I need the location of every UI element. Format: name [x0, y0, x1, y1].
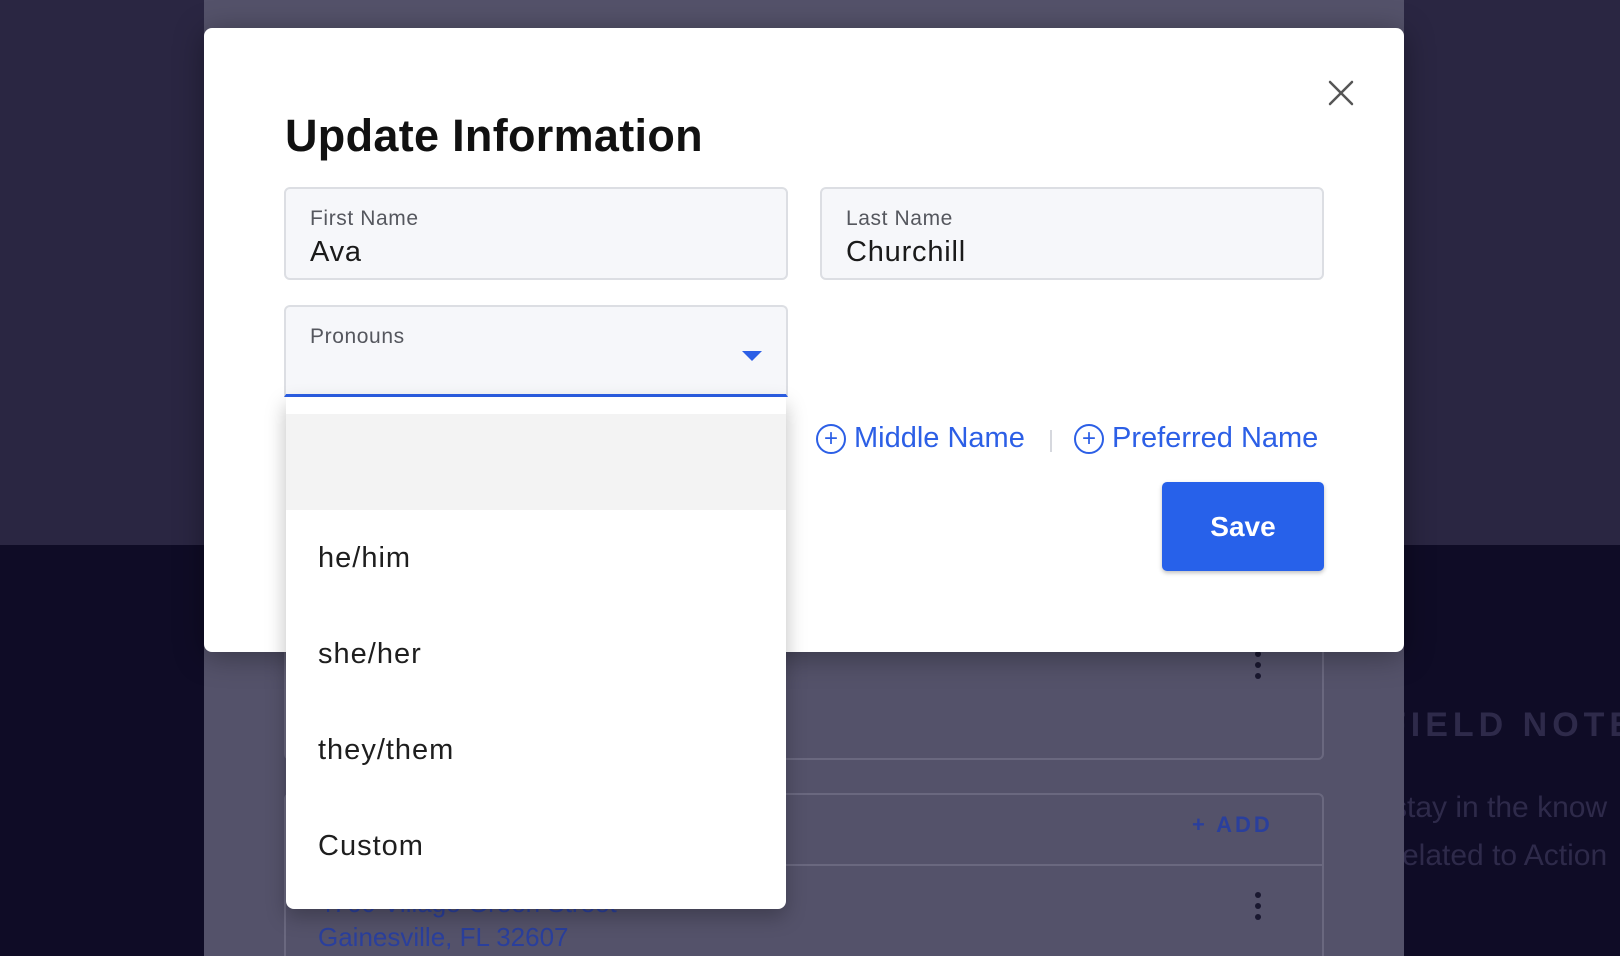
- middle-name-label: Middle Name: [854, 422, 1025, 454]
- plus-circle-icon: +: [816, 423, 846, 454]
- add-middle-name-link[interactable]: + Middle Name: [816, 422, 1025, 455]
- pronoun-option-empty[interactable]: [286, 414, 786, 510]
- last-name-label: Last Name: [846, 207, 953, 230]
- pronoun-option-they-them[interactable]: they/them: [286, 702, 786, 798]
- save-button[interactable]: Save: [1162, 482, 1324, 571]
- pronoun-option-he-him[interactable]: he/him: [286, 510, 786, 606]
- sidebar-text: stay in the know related to Action: [1404, 784, 1607, 880]
- preferred-name-label: Preferred Name: [1112, 422, 1319, 454]
- pronoun-option-custom[interactable]: Custom: [286, 798, 786, 894]
- pronouns-select[interactable]: Pronouns: [284, 305, 788, 397]
- first-name-value[interactable]: Ava: [310, 236, 362, 269]
- address-line-2: Gainesville, FL 32607: [318, 922, 569, 952]
- first-name-field[interactable]: First Name Ava: [284, 187, 788, 280]
- modal-title: Update Information: [285, 110, 703, 161]
- sidebar-text-line-2: related to Action: [1404, 839, 1608, 872]
- sidebar-text-line-1: stay in the know: [1404, 791, 1608, 824]
- first-name-label: First Name: [310, 207, 419, 230]
- link-separator: [1050, 430, 1052, 452]
- background-add-button[interactable]: + ADD: [1192, 812, 1273, 838]
- more-options-icon[interactable]: [1254, 892, 1262, 920]
- plus-circle-icon: +: [1074, 423, 1104, 454]
- add-label: ADD: [1216, 812, 1273, 837]
- background-sidebar: FIELD NOTES stay in the know related to …: [1404, 0, 1620, 956]
- sidebar-title: FIELD NOTES: [1404, 706, 1620, 744]
- last-name-field[interactable]: Last Name Churchill: [820, 187, 1324, 280]
- pronouns-dropdown-menu: he/him she/her they/them Custom: [286, 397, 786, 909]
- more-options-icon[interactable]: [1254, 651, 1262, 679]
- add-preferred-name-link[interactable]: + Preferred Name: [1074, 422, 1318, 455]
- pronoun-option-she-her[interactable]: she/her: [286, 606, 786, 702]
- last-name-value[interactable]: Churchill: [846, 236, 966, 269]
- pronouns-label: Pronouns: [310, 325, 405, 348]
- caret-down-icon[interactable]: [742, 351, 762, 361]
- close-icon[interactable]: [1326, 78, 1356, 108]
